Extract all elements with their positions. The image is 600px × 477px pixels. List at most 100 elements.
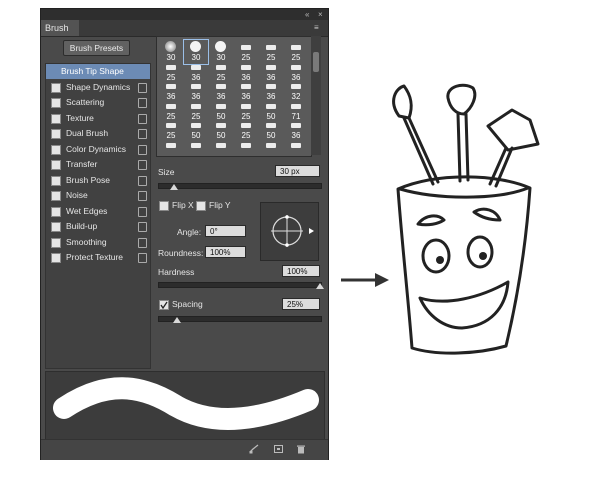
flip-y-checkbox[interactable] xyxy=(196,201,206,211)
angle-roundness-icon xyxy=(271,215,314,247)
hardness-label: Hardness xyxy=(158,267,195,277)
roundness-field[interactable]: 100% xyxy=(205,246,246,258)
brush-tip-icon xyxy=(241,45,251,50)
option-shape-dynamics[interactable]: Shape Dynamics xyxy=(46,80,150,95)
brush-tip-icon xyxy=(291,64,301,70)
hardness-slider-track[interactable] xyxy=(158,282,322,288)
lock-icon[interactable] xyxy=(138,82,147,93)
option-wet-edges[interactable]: Wet Edges xyxy=(46,204,150,219)
brush-tip-icon xyxy=(215,41,226,52)
option-checkbox[interactable] xyxy=(51,175,61,186)
spacing-slider-knob[interactable] xyxy=(173,317,182,323)
brush-tip-icon xyxy=(166,64,176,70)
option-checkbox[interactable] xyxy=(51,82,61,93)
brush-tip-grid: 30 30 30 25 25 25 25 36 25 36 36 36 36 36 36 36 36 32 25 25… xyxy=(156,36,312,157)
brush-tip-icon xyxy=(266,64,276,70)
option-label: Build-up xyxy=(66,221,98,231)
spacing-field[interactable]: 25% xyxy=(282,298,320,310)
option-color-dynamics[interactable]: Color Dynamics xyxy=(46,142,150,157)
option-protect-texture[interactable]: Protect Texture xyxy=(46,250,150,265)
option-checkbox[interactable] xyxy=(51,253,61,263)
delete-icon[interactable] xyxy=(296,444,306,454)
size-slider-knob[interactable] xyxy=(170,184,179,190)
lock-icon[interactable] xyxy=(138,237,147,248)
tab-brush[interactable]: Brush xyxy=(41,20,79,36)
option-checkbox[interactable] xyxy=(51,144,61,155)
brush-panel: « × Brush ≡ Brush Presets Brush Tip Shap… xyxy=(41,9,328,460)
new-preset-icon[interactable] xyxy=(274,444,284,454)
panel-menu-icon[interactable]: ≡ xyxy=(314,23,324,32)
collapse-icon[interactable]: « xyxy=(305,10,309,19)
toggle-brush-icon[interactable] xyxy=(249,444,259,454)
lock-icon[interactable] xyxy=(138,144,147,155)
brush-tip-icon xyxy=(166,84,176,89)
lock-icon[interactable] xyxy=(138,98,147,108)
brush-tip-cell[interactable] xyxy=(184,138,208,162)
option-label: Color Dynamics xyxy=(66,143,126,154)
checkmark-icon xyxy=(160,301,168,309)
brush-tip-cell[interactable] xyxy=(234,138,258,162)
option-checkbox[interactable] xyxy=(51,237,61,248)
close-icon[interactable]: × xyxy=(318,10,323,19)
option-build-up[interactable]: Build-up xyxy=(46,219,150,234)
brush-tip-icon xyxy=(166,103,176,109)
brush-tip-icon xyxy=(216,84,226,89)
size-field[interactable]: 30 px xyxy=(275,165,320,177)
brush-tip-cell[interactable] xyxy=(209,138,233,162)
brush-tip-icon xyxy=(216,142,226,148)
scroll-thumb[interactable] xyxy=(313,52,319,72)
brush-presets-button[interactable]: Brush Presets xyxy=(63,40,130,56)
option-brush-pose[interactable]: Brush Pose xyxy=(46,173,150,188)
brush-tip-icon xyxy=(216,103,226,109)
option-brush-tip-shape[interactable]: Brush Tip Shape xyxy=(46,64,150,79)
lock-icon[interactable] xyxy=(138,253,147,263)
brush-tip-icon xyxy=(190,41,201,52)
angle-roundness-widget[interactable] xyxy=(260,202,319,261)
lock-icon[interactable] xyxy=(138,160,147,170)
option-checkbox[interactable] xyxy=(51,206,61,217)
option-label: Brush Pose xyxy=(66,174,110,185)
brush-tip-icon xyxy=(266,123,276,128)
brush-tip-icon xyxy=(165,41,176,52)
option-label: Wet Edges xyxy=(66,205,108,216)
option-checkbox[interactable] xyxy=(51,191,61,201)
hardness-slider-knob[interactable] xyxy=(316,283,324,289)
angle-field[interactable]: 0° xyxy=(205,225,246,237)
option-scattering[interactable]: Scattering xyxy=(46,95,150,110)
brush-tip-icon xyxy=(216,123,226,128)
option-label: Texture xyxy=(66,112,94,123)
lock-icon[interactable] xyxy=(138,222,147,232)
option-dual-brush[interactable]: Dual Brush xyxy=(46,126,150,141)
brush-grid-scrollbar[interactable] xyxy=(311,36,321,155)
flip-x-checkbox[interactable] xyxy=(159,201,169,211)
brush-tip-cell[interactable] xyxy=(284,138,308,162)
option-checkbox[interactable] xyxy=(51,98,61,108)
option-noise[interactable]: Noise xyxy=(46,188,150,203)
option-smoothing[interactable]: Smoothing xyxy=(46,235,150,250)
lock-icon[interactable] xyxy=(138,191,147,201)
angle-label: Angle: xyxy=(177,227,202,237)
option-texture[interactable]: Texture xyxy=(46,111,150,126)
option-label: Scattering xyxy=(66,97,105,107)
option-transfer[interactable]: Transfer xyxy=(46,157,150,172)
brush-tip-cell[interactable] xyxy=(159,138,183,162)
option-checkbox[interactable] xyxy=(51,113,61,124)
option-checkbox[interactable] xyxy=(51,160,61,170)
lock-icon[interactable] xyxy=(138,175,147,186)
panel-titlebar: « × xyxy=(41,9,328,20)
lock-icon[interactable] xyxy=(138,206,147,217)
brush-tip-icon xyxy=(191,64,201,70)
spacing-slider-track[interactable] xyxy=(158,316,322,322)
lock-icon[interactable] xyxy=(138,113,147,124)
option-label: Brush Tip Shape xyxy=(61,66,124,76)
brush-tip-icon xyxy=(241,64,251,70)
brush-tip-icon xyxy=(166,123,176,128)
size-slider-track[interactable] xyxy=(158,183,322,189)
hardness-field[interactable]: 100% xyxy=(282,265,320,277)
option-checkbox[interactable] xyxy=(51,222,61,232)
spacing-checkbox[interactable] xyxy=(159,300,169,310)
brush-tip-icon xyxy=(241,103,251,109)
brush-tip-cell[interactable] xyxy=(259,138,283,162)
lock-icon[interactable] xyxy=(138,129,147,139)
option-checkbox[interactable] xyxy=(51,129,61,139)
